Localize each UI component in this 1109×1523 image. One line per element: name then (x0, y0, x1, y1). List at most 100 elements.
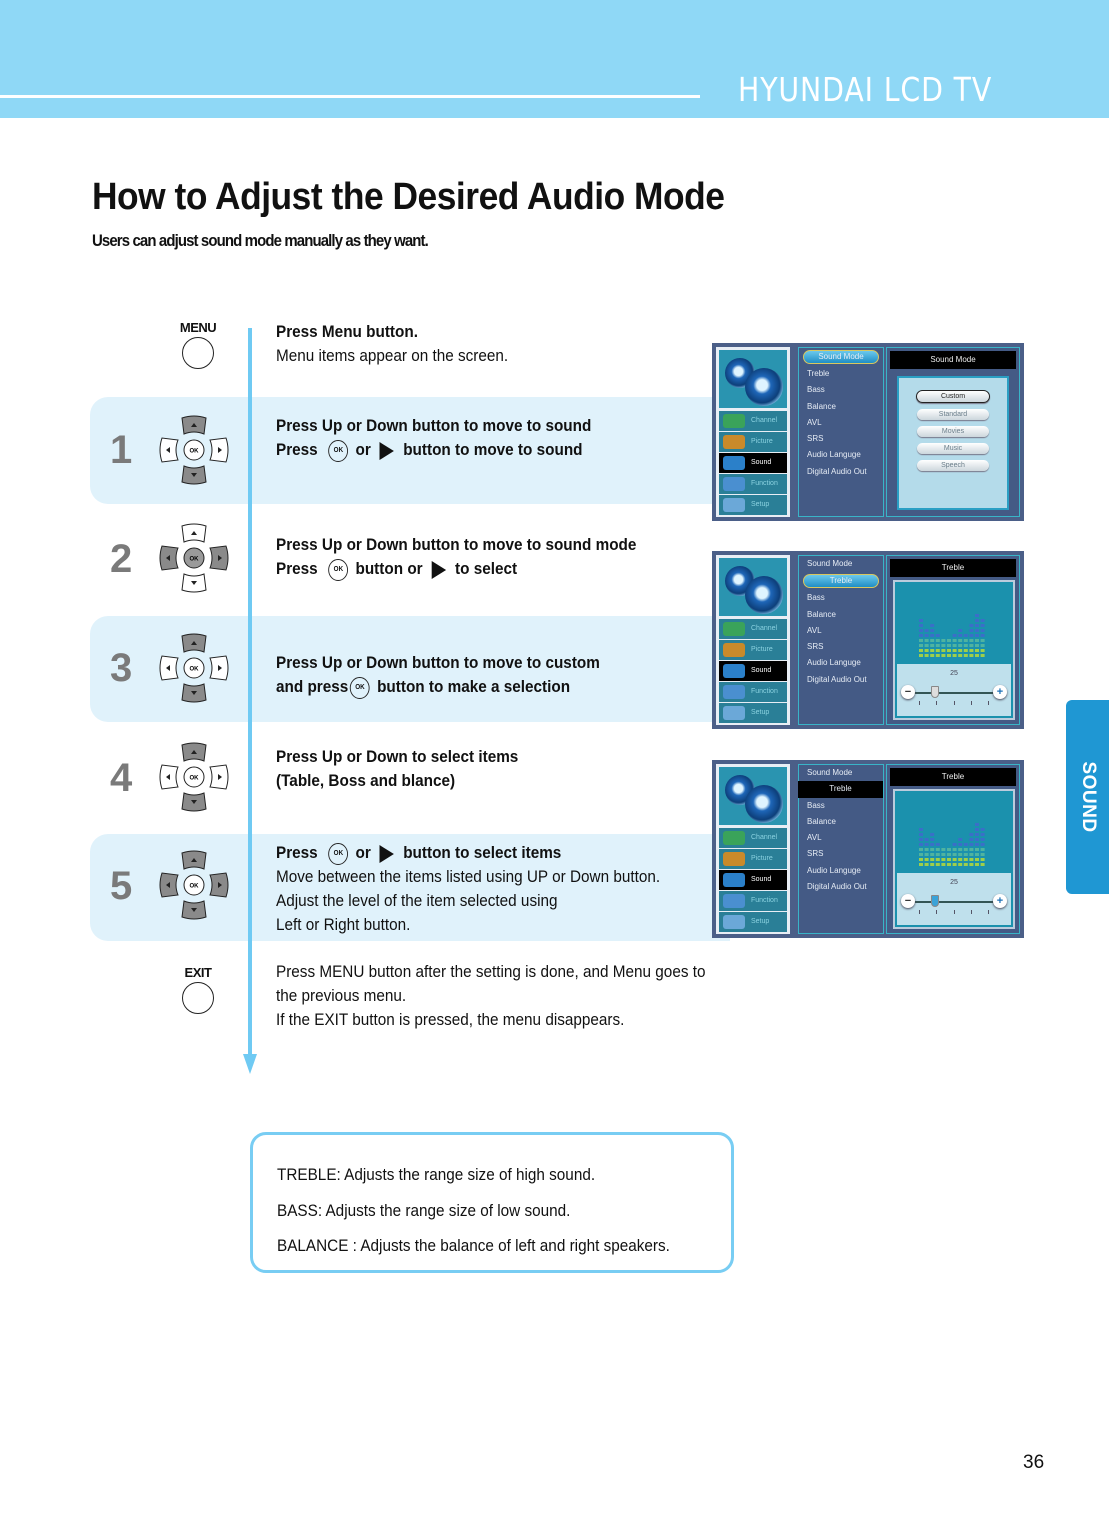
tv-sound-item: AVL (807, 417, 822, 427)
page-title: How to Adjust the Desired Audio Mode (92, 176, 725, 218)
tv-sound-item: Bass (807, 593, 825, 603)
tv-sound-item: Audio Languge (807, 865, 861, 875)
tv-sound-item: SRS (807, 434, 824, 444)
step-1-or: or (355, 440, 371, 459)
speaker-logo-icon (719, 350, 787, 408)
step-5-line2: Move between the items listed using UP o… (276, 867, 661, 886)
tv-sound-item: Digital Audio Out (807, 674, 867, 684)
tv-sound-items: Sound Mode Treble Bass Balance AVL SRS Audio L… (798, 555, 884, 725)
tv-nav-channel: Channel (719, 411, 787, 431)
tv-sound-item: Audio Languge (807, 658, 861, 668)
tv-sound-item: Balance (807, 816, 836, 826)
step-3-and-press: and press (276, 677, 349, 696)
step-number: 3 (110, 646, 133, 690)
step-5-or: or (355, 843, 371, 862)
tv-nav-label: Picture (751, 855, 773, 862)
tv-nav-label: Function (751, 688, 778, 695)
tv-sound-item: Treble (803, 574, 879, 589)
tv-nav-label: Sound (751, 667, 772, 674)
step-3-line2-end: button to make a selection (377, 677, 571, 696)
tv-menu-screen: Channel Picture Sound Function Setup Sound Mo… (712, 760, 1024, 938)
picture-icon (723, 435, 745, 449)
tv-sound-item: SRS (807, 849, 824, 859)
header-rule (0, 95, 700, 98)
tv-panel-title: Sound Mode (890, 351, 1016, 369)
function-icon (723, 477, 745, 491)
tv-nav-label: Picture (751, 438, 773, 445)
dpad-icon: OK (159, 523, 229, 593)
tv-menu-screen: Channel Picture Sound Function Setup Sound Mo… (712, 343, 1024, 521)
ok-button-icon: OK (328, 439, 349, 462)
step-1-press: Press (276, 440, 318, 459)
function-icon (723, 894, 745, 908)
right-arrow-icon (431, 560, 447, 579)
tv-sound-item: Sound Mode (807, 768, 853, 777)
equalizer-icon (919, 823, 985, 866)
tv-nav-panel: Channel Picture Sound Function Setup (716, 347, 790, 517)
picture-icon (723, 852, 745, 866)
tv-sound-item: Balance (807, 401, 836, 411)
exit-step-text: Press MENU button after the setting is d… (276, 960, 705, 1032)
tv-nav-label: Setup (751, 709, 770, 716)
channel-icon (723, 831, 745, 845)
sound-mode-option: Movies (917, 426, 989, 437)
tv-nav-label: Setup (751, 501, 770, 508)
tv-sound-item: SRS (807, 642, 824, 652)
tv-nav-setup: Setup (719, 495, 787, 515)
page-subtitle: Users can adjust sound mode manually as … (92, 231, 429, 250)
tv-sound-item: AVL (807, 833, 822, 843)
tv-nav-sound: Sound (719, 453, 787, 473)
ok-button-icon: OK (350, 676, 370, 699)
setup-icon (723, 706, 745, 720)
section-tab-sound[interactable]: SOUND (1066, 700, 1109, 894)
step-2-line2-end: to select (455, 559, 518, 578)
step-number: 2 (110, 537, 133, 581)
brand-title: HYUNDAI LCD TV (738, 70, 993, 109)
tv-nav-panel: Channel Picture Sound Function Setup (716, 555, 790, 725)
menu-remote-button: MENU (176, 320, 220, 369)
note-treble: TREBLE: Adjusts the range size of high s… (277, 1165, 596, 1184)
treble-equalizer-panel: 25 − + (893, 789, 1015, 929)
note-balance: BALANCE : Adjusts the balance of left an… (277, 1236, 670, 1255)
tv-nav-label: Function (751, 897, 778, 904)
step-5-text: Press OK or button to select items Move bet… (276, 841, 660, 937)
sound-mode-option: Custom (916, 390, 990, 403)
exit-step-line1: Press MENU button after the setting is d… (276, 962, 706, 981)
step-2-text: Press Up or Down button to move to sound… (276, 533, 636, 581)
minus-icon: − (901, 894, 915, 908)
tv-sound-item: Balance (807, 609, 836, 619)
sound-mode-options: Custom Standard Movies Music Speech (897, 376, 1009, 510)
step-5-line4: Left or Right button. (276, 915, 411, 934)
menu-step-text: Press Menu button. Menu items appear on … (276, 320, 508, 368)
step-5-line1-end: button to select items (403, 843, 562, 862)
tv-sound-item: AVL (807, 625, 822, 635)
menu-step-line2: Menu items appear on the screen. (276, 346, 509, 365)
step-3-text: Press Up or Down button to move to custo… (276, 651, 600, 699)
exit-button-circle-icon (182, 982, 214, 1014)
treble-equalizer-panel: 25 − + (893, 580, 1015, 720)
exit-button-label: EXIT (184, 965, 212, 980)
tv-sound-item: Treble (807, 369, 830, 378)
tv-sound-item: Treble (798, 781, 883, 798)
minus-icon: − (901, 685, 915, 699)
tv-sound-item: Bass (807, 800, 825, 810)
tv-detail-panel: Treble 25 − + (886, 555, 1020, 725)
step-4-line2: (Table, Boss and blance) (276, 771, 456, 790)
exit-remote-button: EXIT (176, 965, 220, 1014)
svg-text:OK: OK (190, 776, 200, 782)
tv-sound-items: Sound Mode Treble Bass Balance AVL SRS Audio L… (798, 347, 884, 517)
tv-nav-label: Function (751, 480, 778, 487)
exit-step-line2: the previous menu. (276, 986, 407, 1005)
step-2-press: Press (276, 559, 318, 578)
sound-icon (723, 456, 745, 470)
tv-nav-label: Setup (751, 918, 770, 925)
step-3-line1: Press Up or Down button to move to custo… (276, 653, 600, 672)
step-1-line1: Press Up or Down button to move to sound (276, 416, 592, 435)
plus-icon: + (993, 894, 1007, 908)
page-header: HYUNDAI LCD TV (0, 0, 1109, 118)
sound-icon (723, 873, 745, 887)
tv-nav-function: Function (719, 891, 787, 911)
dpad-icon: OK (159, 850, 229, 920)
tv-nav-picture: Picture (719, 640, 787, 660)
tv-nav-label: Sound (751, 876, 772, 883)
